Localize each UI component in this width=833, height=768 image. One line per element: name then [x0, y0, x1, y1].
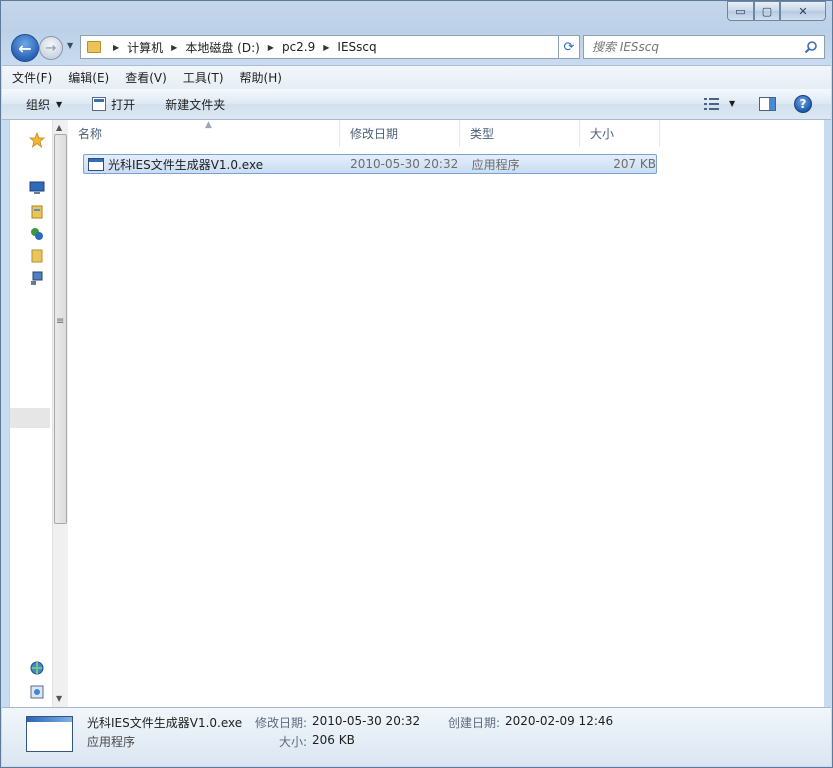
maximize-button[interactable]: ▢ — [754, 1, 780, 21]
navigation-pane-highlight — [10, 408, 50, 428]
navigation-bar: ← → ▼ ▶ 计算机 ▶ 本地磁盘 (D:) ▶ pc2.9 ▶ IESscq… — [9, 33, 825, 62]
open-icon — [92, 97, 107, 111]
network-icon[interactable] — [29, 660, 45, 676]
open-button[interactable]: 打开 — [92, 96, 135, 113]
chevron-right-icon[interactable]: ▶ — [268, 43, 274, 52]
homegroup-icon[interactable] — [29, 226, 45, 242]
forward-button[interactable]: → — [39, 36, 63, 60]
breadcrumb-iesscq[interactable]: IESscq — [337, 40, 376, 54]
menu-file[interactable]: 文件(F) — [12, 69, 52, 86]
new-folder-button[interactable]: 新建文件夹 — [165, 96, 225, 113]
address-bar[interactable]: ▶ 计算机 ▶ 本地磁盘 (D:) ▶ pc2.9 ▶ IESscq ▼ — [80, 35, 578, 59]
command-bar: 组织 ▼ 打开 新建文件夹 ▼ ? — [2, 89, 831, 120]
maximize-icon: ▢ — [761, 4, 773, 18]
details-created-value: 2020-02-09 12:46 — [505, 714, 614, 728]
breadcrumb-local-disk[interactable]: 本地磁盘 (D:) — [185, 39, 259, 56]
search-box[interactable] — [583, 35, 825, 59]
change-view-icon[interactable] — [704, 98, 720, 110]
caption-buttons: ▭ ▢ ✕ — [727, 1, 826, 21]
breadcrumb-pc29[interactable]: pc2.9 — [282, 40, 315, 54]
menu-bar: 文件(F) 编辑(E) 查看(V) 工具(T) 帮助(H) — [2, 65, 831, 89]
details-modified-value: 2010-05-30 20:32 — [312, 714, 421, 728]
help-icon[interactable]: ? — [794, 95, 812, 113]
column-header-size[interactable]: 大小 — [580, 120, 660, 147]
favorites-star-icon[interactable] — [29, 132, 45, 148]
organize-label: 组织 — [26, 97, 51, 112]
user-folder-icon[interactable] — [29, 248, 45, 264]
menu-edit[interactable]: 编辑(E) — [68, 69, 109, 86]
details-size-value: 206 KB — [312, 733, 355, 747]
file-type: 应用程序 — [471, 157, 520, 172]
refresh-button[interactable]: ⟳ — [558, 35, 580, 59]
preview-pane-icon[interactable] — [759, 97, 776, 111]
details-created-label: 创建日期: — [448, 716, 501, 730]
file-name: 光科IES文件生成器V1.0.exe — [107, 157, 264, 172]
back-button[interactable]: ← — [11, 34, 39, 62]
navigation-pane: ▲ ≡ ▼ — [9, 120, 68, 708]
chevron-right-icon[interactable]: ▶ — [171, 43, 177, 52]
scrollbar-thumb[interactable] — [54, 134, 67, 524]
breadcrumb-computer[interactable]: 计算机 — [127, 39, 163, 56]
back-arrow-icon: ← — [18, 38, 32, 58]
scrollbar-grip-icon: ≡ — [56, 316, 65, 327]
scroll-up-icon[interactable]: ▲ — [56, 123, 62, 132]
column-header-type[interactable]: 类型 — [460, 120, 580, 147]
libraries-icon[interactable] — [29, 204, 45, 220]
open-label: 打开 — [111, 97, 136, 112]
new-folder-label: 新建文件夹 — [165, 97, 226, 112]
desktop-icon[interactable] — [29, 180, 45, 196]
navigation-scrollbar[interactable]: ▲ ≡ ▼ — [52, 120, 68, 708]
control-panel-icon[interactable] — [29, 684, 45, 700]
minimize-icon: ▭ — [735, 4, 746, 18]
application-large-icon — [26, 716, 73, 752]
chevron-right-icon[interactable]: ▶ — [323, 43, 329, 52]
chevron-down-icon: ▼ — [56, 99, 63, 109]
search-input[interactable] — [592, 40, 802, 54]
column-header-name[interactable]: 名称 — [68, 120, 340, 147]
file-row[interactable]: 光科IES文件生成器V1.0.exe 2010-05-30 20:32 应用程序… — [83, 154, 657, 174]
column-label: 大小 — [590, 127, 615, 141]
column-label: 类型 — [470, 127, 495, 141]
details-file-name: 光科IES文件生成器V1.0.exe — [87, 716, 243, 730]
help-glyph: ? — [799, 97, 807, 111]
file-size: 207 KB — [613, 157, 657, 171]
file-modified: 2010-05-30 20:32 — [350, 157, 459, 171]
computer-icon[interactable] — [29, 270, 45, 286]
forward-arrow-icon: → — [45, 40, 57, 56]
minimize-button[interactable]: ▭ — [727, 1, 754, 21]
scroll-down-icon[interactable]: ▼ — [56, 694, 62, 703]
folder-icon — [87, 41, 101, 53]
close-icon: ✕ — [798, 4, 808, 18]
menu-view[interactable]: 查看(V) — [125, 69, 167, 86]
view-options-dropdown-icon[interactable]: ▼ — [729, 99, 735, 108]
organize-button[interactable]: 组织 ▼ — [26, 96, 62, 113]
chevron-right-icon[interactable]: ▶ — [113, 43, 119, 52]
file-list[interactable]: 名称 修改日期 类型 大小 ▲ 光科IES文件生成器V1.0.exe 2010-… — [68, 120, 824, 708]
explorer-window: ▭ ▢ ✕ ← → ▼ ▶ 计算机 ▶ 本地磁盘 (D:) ▶ pc2.9 ▶ … — [0, 0, 833, 768]
column-header-modified[interactable]: 修改日期 — [340, 120, 460, 147]
column-label: 修改日期 — [350, 127, 399, 141]
search-icon[interactable] — [804, 40, 818, 54]
menu-help[interactable]: 帮助(H) — [240, 69, 282, 86]
details-file-type: 应用程序 — [87, 735, 136, 749]
details-modified-label: 修改日期: — [255, 716, 308, 730]
menu-tools[interactable]: 工具(T) — [183, 69, 224, 86]
recent-pages-dropdown[interactable]: ▼ — [67, 41, 73, 50]
sort-ascending-icon: ▲ — [205, 120, 212, 130]
column-label: 名称 — [78, 127, 103, 141]
application-icon — [88, 157, 104, 171]
close-button[interactable]: ✕ — [780, 1, 826, 21]
refresh-icon: ⟳ — [563, 39, 575, 55]
details-pane: 光科IES文件生成器V1.0.exe 应用程序 修改日期: 2010-05-30… — [2, 707, 831, 766]
column-headers: 名称 修改日期 类型 大小 — [68, 120, 661, 147]
details-size-label: 大小: — [279, 735, 308, 749]
